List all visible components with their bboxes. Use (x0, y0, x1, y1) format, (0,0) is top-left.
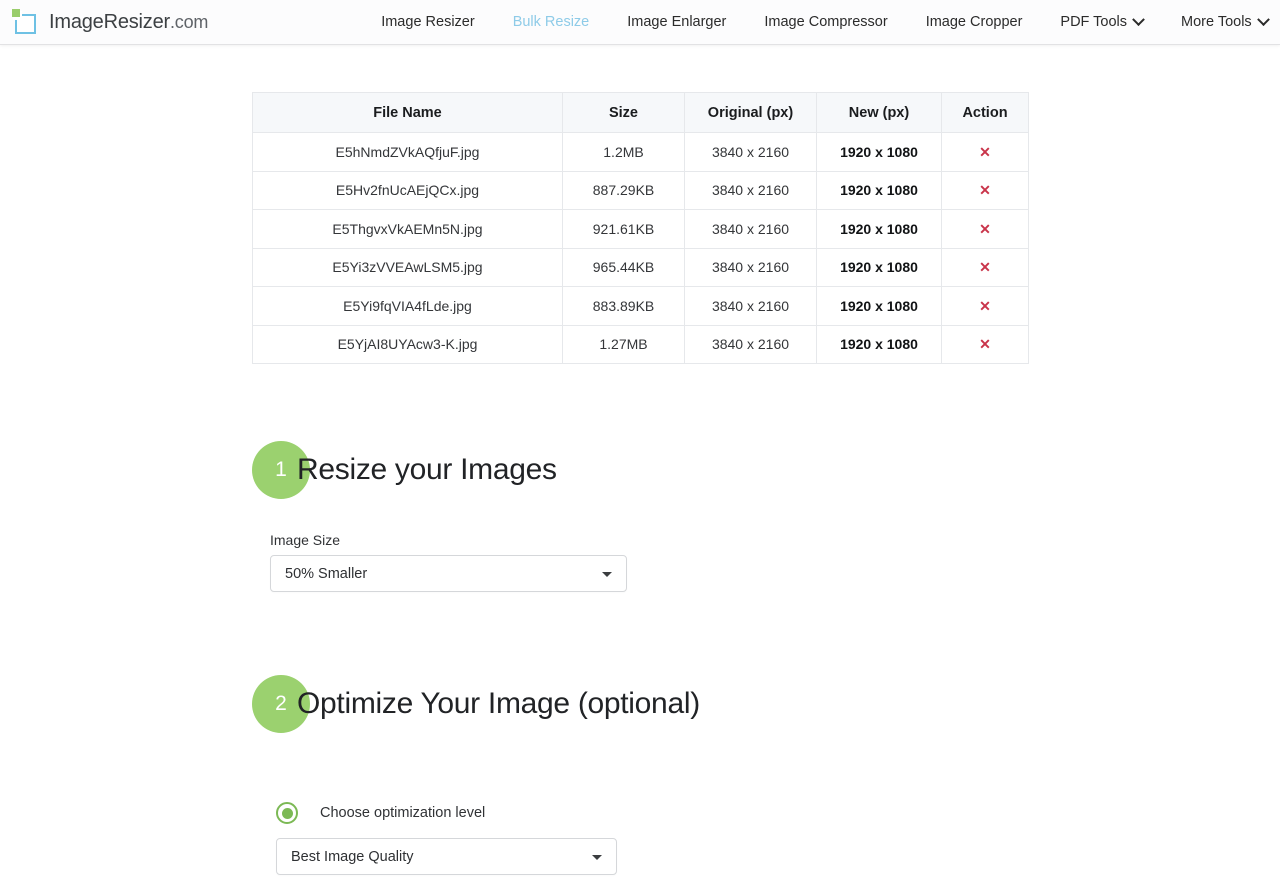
cell-original-px: 3840 x 2160 (684, 132, 817, 172)
cell-file-name: E5YjAI8UYAcw3-K.jpg (252, 324, 563, 364)
nav-label: Image Resizer (381, 14, 475, 30)
step-2-title: Optimize Your Image (optional) (297, 687, 700, 720)
optimization-level-option[interactable]: Choose optimization level (276, 802, 1280, 824)
cell-file-name: E5ThgvxVkAEMn5N.jpg (252, 209, 563, 249)
cell-new-px: 1920 x 1080 (816, 247, 942, 287)
nav-label: Image Enlarger (627, 14, 727, 30)
cell-new-px: 1920 x 1080 (816, 209, 942, 249)
optimization-level-selected-value: Best Image Quality (291, 848, 414, 865)
cell-new-px: 1920 x 1080 (816, 170, 942, 210)
nav-label: More Tools (1181, 14, 1252, 30)
brand-name-tld: .com (169, 11, 209, 32)
image-size-label: Image Size (270, 532, 341, 548)
file-table-container: File Name Size Original (px) New (px) Ac… (252, 45, 1280, 364)
remove-file-icon[interactable]: ✕ (979, 337, 991, 351)
table-row: E5Yi3zVVEAwLSM5.jpg 965.44KB 3840 x 2160… (252, 247, 1029, 287)
column-header-action: Action (941, 92, 1029, 133)
nav-item-image-cropper[interactable]: Image Cropper (907, 14, 1042, 30)
chevron-down-icon (1132, 12, 1145, 26)
column-header-new-px: New (px) (816, 92, 942, 133)
radio-optimization-level-label: Choose optimization level (320, 805, 486, 821)
table-header-row: File Name Size Original (px) New (px) Ac… (252, 92, 1029, 133)
imageresizer-logo-icon (12, 8, 40, 36)
table-row: E5ThgvxVkAEMn5N.jpg 921.61KB 3840 x 2160… (252, 209, 1029, 249)
brand-logo-link[interactable]: ImageResizer.com (0, 8, 208, 36)
remove-file-icon[interactable]: ✕ (979, 260, 991, 274)
step-1-title: Resize your Images (297, 453, 557, 486)
nav-item-more-tools[interactable]: More Tools (1162, 12, 1280, 30)
cell-action: ✕ (941, 247, 1029, 287)
cell-file-name: E5Hv2fnUcAEjQCx.jpg (252, 170, 563, 210)
cell-action: ✕ (941, 170, 1029, 210)
remove-file-icon[interactable]: ✕ (979, 299, 991, 313)
nav-item-pdf-tools[interactable]: PDF Tools (1041, 12, 1162, 30)
table-row: E5Yi9fqVIA4fLde.jpg 883.89KB 3840 x 2160… (252, 286, 1029, 326)
cell-size: 883.89KB (562, 286, 685, 326)
chevron-down-icon (602, 571, 612, 577)
cell-new-px: 1920 x 1080 (816, 132, 942, 172)
nav-label: PDF Tools (1060, 14, 1128, 30)
step-1-section: 1 Resize your Images Image Size 50% Smal… (252, 441, 1280, 592)
cell-size: 965.44KB (562, 247, 685, 287)
step-1-heading: 1 Resize your Images (252, 441, 1280, 499)
brand-name: ImageResizer.com (49, 11, 208, 34)
optimization-level-select[interactable]: Best Image Quality (276, 838, 617, 875)
cell-file-name: E5Yi9fqVIA4fLde.jpg (252, 286, 563, 326)
step-2-section: 2 Optimize Your Image (optional) Choose … (252, 675, 1280, 884)
nav-label: Image Compressor (764, 14, 888, 30)
remove-file-icon[interactable]: ✕ (979, 183, 991, 197)
cell-size: 921.61KB (562, 209, 685, 249)
file-table-head: File Name Size Original (px) New (px) Ac… (252, 92, 1029, 133)
cell-size: 887.29KB (562, 170, 685, 210)
cell-file-name: E5Yi3zVVEAwLSM5.jpg (252, 247, 563, 287)
nav-item-bulk-resize[interactable]: Bulk Resize (494, 14, 609, 30)
column-header-file-name: File Name (252, 92, 563, 133)
cell-action: ✕ (941, 324, 1029, 364)
nav-label: Bulk Resize (512, 14, 590, 30)
brand-name-main: ImageResizer (49, 10, 170, 33)
remove-file-icon[interactable]: ✕ (979, 145, 991, 159)
cell-new-px: 1920 x 1080 (816, 286, 942, 326)
cell-size: 1.27MB (562, 324, 685, 364)
main-content: File Name Size Original (px) New (px) Ac… (0, 45, 1280, 884)
chevron-down-icon (592, 854, 602, 860)
table-row: E5YjAI8UYAcw3-K.jpg 1.27MB 3840 x 2160 1… (252, 324, 1029, 364)
table-row: E5hNmdZVkAQfjuF.jpg 1.2MB 3840 x 2160 19… (252, 132, 1029, 172)
nav-item-image-resizer[interactable]: Image Resizer (362, 14, 493, 30)
cell-original-px: 3840 x 2160 (684, 324, 817, 364)
cell-original-px: 3840 x 2160 (684, 286, 817, 326)
remove-file-icon[interactable]: ✕ (979, 222, 991, 236)
cell-action: ✕ (941, 209, 1029, 249)
radio-optimization-level[interactable] (276, 802, 298, 824)
nav-item-image-enlarger[interactable]: Image Enlarger (608, 14, 745, 30)
file-table: File Name Size Original (px) New (px) Ac… (252, 92, 1029, 364)
step-2-heading: 2 Optimize Your Image (optional) (252, 675, 1280, 733)
nav-item-image-compressor[interactable]: Image Compressor (745, 14, 906, 30)
image-size-select[interactable]: 50% Smaller (270, 555, 627, 592)
cell-action: ✕ (941, 132, 1029, 172)
cell-new-px: 1920 x 1080 (816, 324, 942, 364)
cell-original-px: 3840 x 2160 (684, 247, 817, 287)
column-header-original-px: Original (px) (684, 92, 817, 133)
cell-original-px: 3840 x 2160 (684, 209, 817, 249)
image-size-selected-value: 50% Smaller (285, 565, 368, 582)
cell-size: 1.2MB (562, 132, 685, 172)
nav-label: Image Cropper (925, 14, 1023, 30)
chevron-down-icon (1256, 12, 1270, 26)
cell-action: ✕ (941, 286, 1029, 326)
table-row: E5Hv2fnUcAEjQCx.jpg 887.29KB 3840 x 2160… (252, 170, 1029, 210)
cell-original-px: 3840 x 2160 (684, 170, 817, 210)
site-header: ImageResizer.com Image Resizer Bulk Resi… (0, 0, 1280, 45)
file-table-body: E5hNmdZVkAQfjuF.jpg 1.2MB 3840 x 2160 19… (252, 132, 1029, 364)
column-header-size: Size (562, 92, 685, 133)
main-nav: Image Resizer Bulk Resize Image Enlarger… (362, 12, 1280, 30)
cell-file-name: E5hNmdZVkAQfjuF.jpg (252, 132, 563, 172)
page-root: ImageResizer.com Image Resizer Bulk Resi… (0, 0, 1280, 884)
